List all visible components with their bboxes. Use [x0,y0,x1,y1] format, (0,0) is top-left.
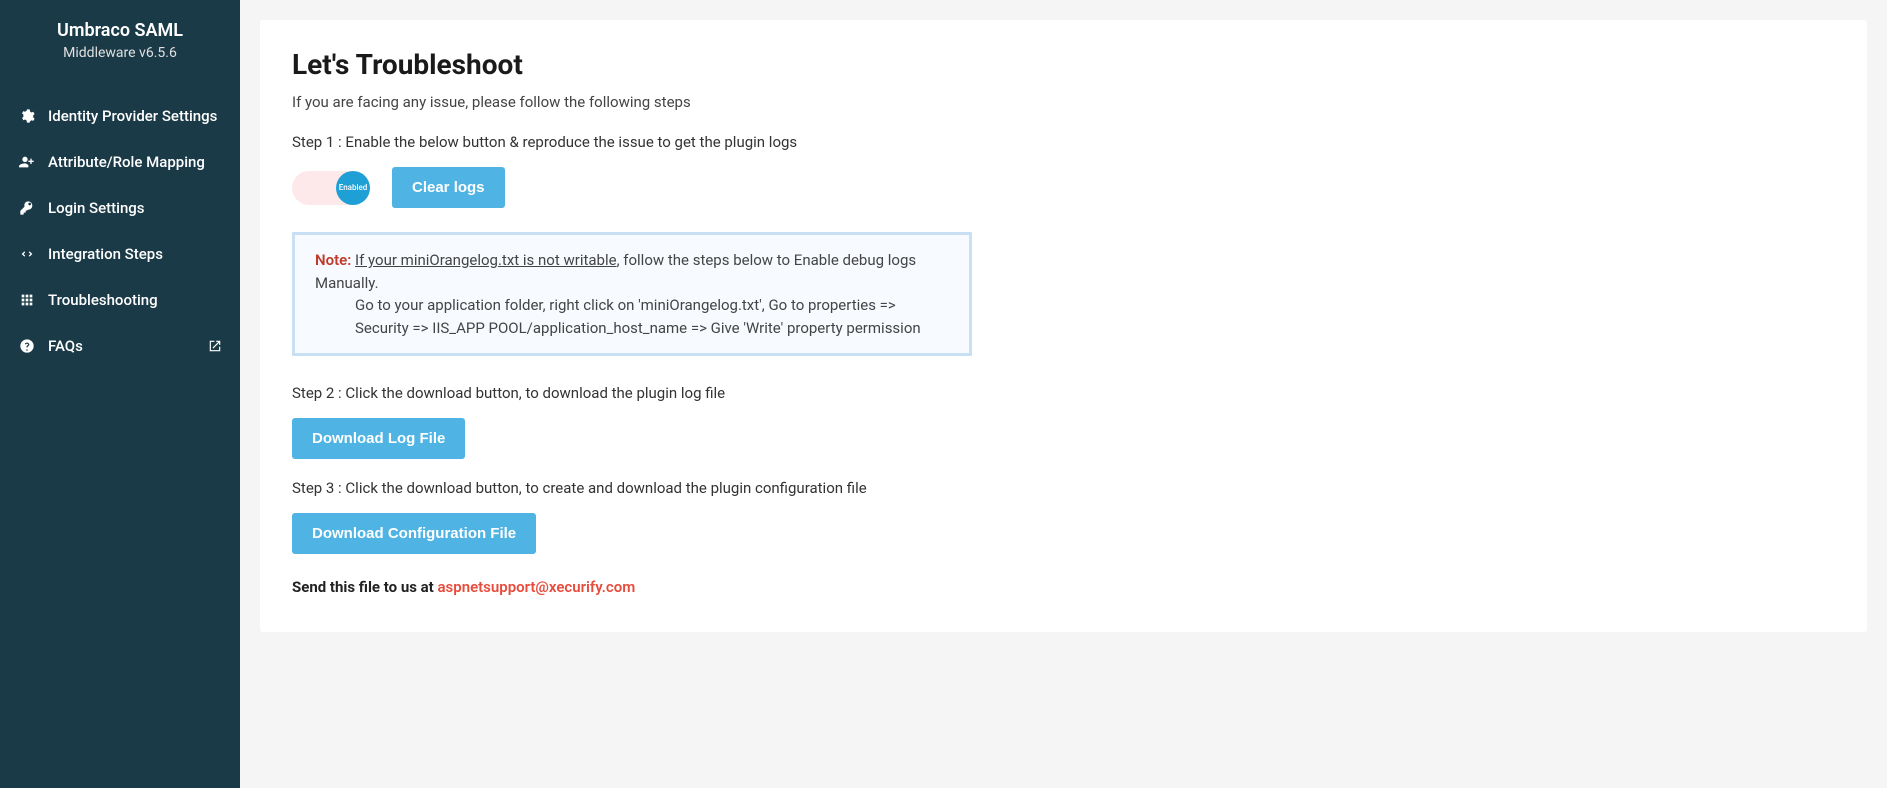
main-content: Let's Troubleshoot If you are facing any… [240,0,1887,788]
download-log-file-button[interactable]: Download Log File [292,418,465,459]
support-email-link[interactable]: aspnetsupport@xecurify.com [437,578,635,596]
step3-text: Step 3 : Click the download button, to c… [292,479,1835,497]
nav-label: Integration Steps [48,245,222,263]
content-card: Let's Troubleshoot If you are facing any… [260,20,1867,632]
note-underlined: If your miniOrangelog.txt is not writabl… [355,251,617,269]
sidebar-item-integration-steps[interactable]: Integration Steps [0,231,240,277]
user-plus-icon [18,153,36,171]
step2-text: Step 2 : Click the download button, to d… [292,384,1835,402]
question-icon [18,337,36,355]
sidebar-item-login-settings[interactable]: Login Settings [0,185,240,231]
key-icon [18,199,36,217]
nav-list: Identity Provider Settings Attribute/Rol… [0,93,240,369]
sidebar-item-attribute-mapping[interactable]: Attribute/Role Mapping [0,139,240,185]
sidebar-item-idp-settings[interactable]: Identity Provider Settings [0,93,240,139]
nav-label: Attribute/Role Mapping [48,153,222,171]
nav-label: Login Settings [48,199,222,217]
send-line: Send this file to us at aspnetsupport@xe… [292,578,1835,596]
nav-label: FAQs [48,337,208,355]
step1-text: Step 1 : Enable the below button & repro… [292,133,1835,151]
sidebar: Umbraco SAML Middleware v6.5.6 Identity … [0,0,240,788]
send-prefix: Send this file to us at [292,578,437,596]
step1-controls: Enabled Clear logs [292,167,1835,208]
nav-label: Troubleshooting [48,291,222,309]
download-config-file-button[interactable]: Download Configuration File [292,513,536,554]
intro-text: If you are facing any issue, please foll… [292,93,1835,111]
clear-logs-button[interactable]: Clear logs [392,167,505,208]
nav-label: Identity Provider Settings [48,107,222,125]
page-title: Let's Troubleshoot [292,48,1835,81]
sidebar-header: Umbraco SAML Middleware v6.5.6 [0,12,240,81]
code-icon [18,245,36,263]
sidebar-item-troubleshooting[interactable]: Troubleshooting [0,277,240,323]
note-line2: Go to your application folder, right cli… [355,294,949,339]
sidebar-item-faqs[interactable]: FAQs [0,323,240,369]
external-link-icon [208,339,222,353]
note-label: Note: [315,251,351,269]
toggle-knob: Enabled [336,171,370,205]
grid-icon [18,291,36,309]
app-subtitle: Middleware v6.5.6 [16,45,224,61]
gears-icon [18,107,36,125]
enable-logs-toggle[interactable]: Enabled [292,171,370,205]
note-box: Note: If your miniOrangelog.txt is not w… [292,232,972,356]
app-title: Umbraco SAML [16,20,224,41]
